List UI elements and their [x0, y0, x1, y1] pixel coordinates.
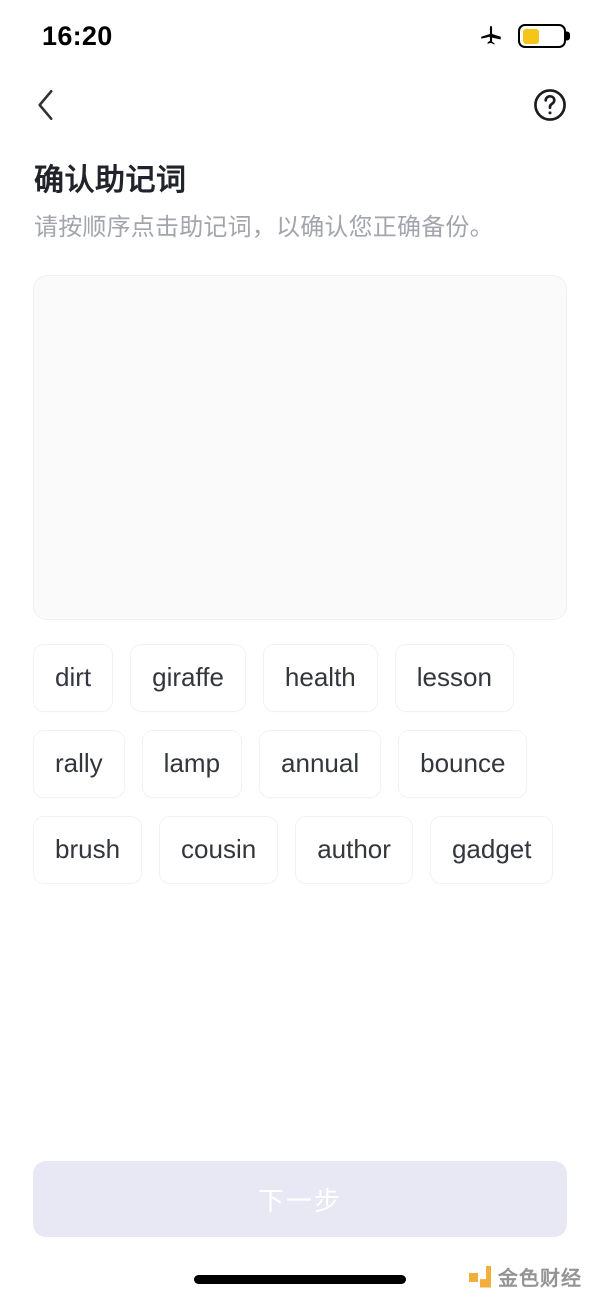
- home-indicator[interactable]: [194, 1274, 406, 1284]
- word-chip[interactable]: lamp: [141, 729, 243, 798]
- word-chip[interactable]: brush: [33, 815, 143, 884]
- word-chip[interactable]: lesson: [394, 643, 514, 712]
- word-chip[interactable]: bounce: [398, 729, 528, 798]
- word-chip[interactable]: gadget: [429, 815, 554, 884]
- status-bar-time: 16:20: [42, 20, 113, 51]
- selected-words-area[interactable]: [33, 274, 567, 620]
- status-bar-indicators: [478, 21, 566, 52]
- chevron-left-icon: [32, 87, 60, 128]
- page-header: 确认助记词 请按顺序点击助记词，以确认您正确备份。: [0, 142, 600, 244]
- word-chip[interactable]: giraffe: [130, 643, 246, 712]
- word-chip[interactable]: rally: [33, 729, 125, 798]
- help-button[interactable]: [528, 85, 572, 129]
- airplane-mode-icon: [478, 21, 504, 52]
- watermark: 金色财经: [469, 1262, 582, 1291]
- watermark-text: 金色财经: [498, 1268, 582, 1290]
- layout-spacer: [0, 884, 600, 1161]
- page-subtitle: 请按顺序点击助记词，以确认您正确备份。: [34, 213, 494, 241]
- word-chip[interactable]: cousin: [159, 815, 279, 884]
- word-bank: dirt giraffe health lesson rally lamp annual bo…: [33, 643, 567, 884]
- back-button[interactable]: [22, 83, 70, 131]
- jinse-logo-icon: [469, 1265, 491, 1288]
- word-chip[interactable]: health: [262, 643, 378, 712]
- word-chip[interactable]: annual: [259, 729, 382, 798]
- mobile-screen: 16:20 确认助记词 请按顺序点击助记词，以确认您正确备份。 dirt gir…: [0, 0, 600, 1299]
- page-title: 确认助记词: [34, 164, 187, 197]
- next-button[interactable]: 下一步: [33, 1161, 567, 1237]
- question-mark-circle-icon: [531, 86, 569, 129]
- word-chip[interactable]: dirt: [33, 643, 114, 712]
- status-bar: 16:20: [0, 0, 600, 72]
- footer: 下一步: [0, 1161, 600, 1237]
- battery-low-power-icon: [518, 24, 566, 48]
- navigation-bar: [0, 72, 600, 142]
- word-chip[interactable]: author: [295, 815, 413, 884]
